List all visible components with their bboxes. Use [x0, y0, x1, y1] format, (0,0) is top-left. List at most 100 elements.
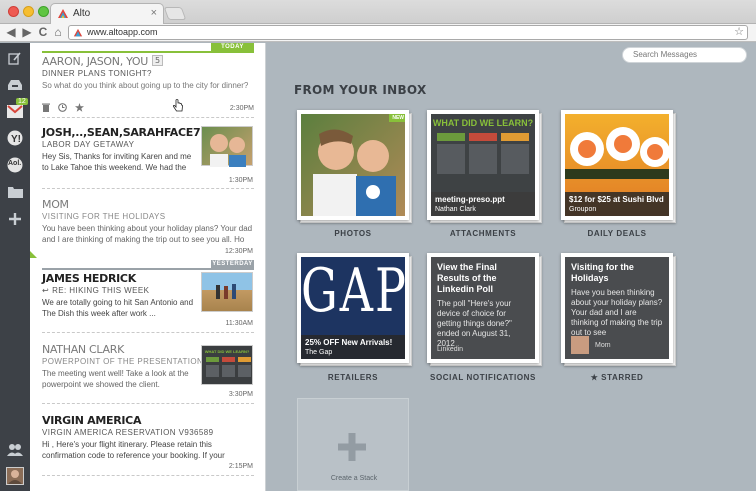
starred-sender: Mom — [595, 342, 611, 349]
message-time: 12:30PM — [224, 248, 253, 255]
message-preview: So what do you think about going up to t… — [42, 81, 249, 90]
social-source: Linkedin — [437, 346, 464, 353]
stack-retailers[interactable]: GAP 25% OFF New Arrivals! The Gap — [297, 253, 412, 366]
message-time: 2:30PM — [229, 105, 254, 112]
message-item[interactable]: NATHAN CLARK POWERPOINT OF THE PRESENTAT… — [42, 343, 204, 390]
aol-icon[interactable]: Aol. — [6, 156, 24, 174]
retailer-offer: 25% OFF New Arrivals! — [305, 338, 393, 347]
stack-label: DAILY DEALS — [587, 229, 647, 238]
message-sender: JAMES HEDRICK — [42, 272, 136, 285]
alto-favicon-icon — [58, 9, 68, 18]
message-item[interactable]: AARON, JASON, YOU 5 DINNER PLANS TONIGHT?… — [42, 55, 254, 112]
close-window-button[interactable] — [8, 6, 19, 17]
message-preview: You have been thinking about your holida… — [42, 224, 253, 244]
svg-text:Y!: Y! — [11, 134, 21, 145]
reload-icon[interactable]: C — [36, 25, 50, 39]
zoom-window-button[interactable] — [38, 6, 49, 17]
reply-icon: ↩ — [42, 286, 50, 295]
search-placeholder: Search Messages — [633, 50, 698, 59]
minimize-window-button[interactable] — [23, 6, 34, 17]
stacks-panel: Search Messages FROM YOUR INBOX NEW PHOT… — [266, 43, 756, 491]
stack-daily-deals[interactable]: $12 for $25 at Sushi Blvd Groupon — [561, 110, 676, 223]
message-subject: LABOR DAY GETAWAY — [42, 140, 135, 149]
message-photo-thumbnail[interactable] — [201, 272, 253, 312]
retailer-source: The Gap — [305, 349, 333, 356]
social-title: View the Final Results of the Linkedin P… — [437, 262, 497, 294]
back-icon[interactable]: ◀ — [4, 25, 18, 39]
photo-kids-image — [313, 129, 396, 216]
browser-tab[interactable]: Alto × — [50, 3, 164, 25]
url-text: www.altoapp.com — [87, 27, 158, 37]
message-item[interactable]: JAMES HEDRICK ↩ RE: HIKING THIS WEEK We a… — [42, 272, 197, 319]
deal-title: $12 for $25 at Sushi Blvd — [569, 195, 664, 204]
create-stack-label: Create a Stack — [330, 475, 378, 482]
message-actions — [42, 103, 84, 112]
new-tab-button[interactable] — [163, 7, 187, 20]
deal-source: Groupon — [569, 206, 597, 213]
message-preview: Hey Sis, Thanks for inviting Karen and m… — [42, 152, 192, 172]
inbox-icon[interactable] — [6, 76, 24, 94]
stack-label: PHOTOS — [334, 229, 372, 238]
message-time: 11:30AM — [225, 320, 254, 327]
yahoo-icon[interactable]: Y! — [6, 129, 24, 147]
message-subject: VIRGIN AMERICA RESERVATION V936589 — [42, 428, 214, 437]
sender-avatar — [571, 336, 589, 354]
message-item[interactable]: VIRGIN AMERICA VIRGIN AMERICA RESERVATIO… — [42, 414, 254, 461]
user-avatar[interactable] — [6, 467, 24, 485]
slide-columns-image — [437, 133, 529, 174]
aol-label: Aol. — [8, 160, 22, 167]
stack-label: ATTACHMENTS — [449, 229, 517, 238]
section-title: FROM YOUR INBOX — [294, 83, 427, 97]
thread-count: 5 — [152, 55, 163, 66]
message-subject: POWERPOINT OF THE PRESENTATION — [42, 357, 204, 366]
browser-tabstrip: Alto × — [0, 0, 756, 25]
clock-icon[interactable] — [58, 103, 67, 112]
message-list: TODAY AARON, JASON, YOU 5 DINNER PLANS TO… — [30, 43, 266, 491]
home-icon[interactable]: ⌂ — [51, 25, 65, 39]
message-photo-thumbnail[interactable] — [201, 126, 253, 167]
message-sender: NATHAN CLARK — [42, 343, 124, 356]
slide-title: WHAT DID WE LEARN? — [432, 118, 534, 128]
gap-logo: GAP — [301, 257, 405, 326]
trash-icon[interactable] — [42, 103, 50, 112]
social-body: The poll "Here's your device of choice f… — [437, 299, 512, 348]
plus-icon — [338, 431, 366, 470]
tab-title: Alto — [73, 8, 91, 19]
tab-close-icon[interactable]: × — [151, 7, 157, 19]
today-divider — [42, 51, 254, 53]
address-bar[interactable]: www.altoapp.com ☆ — [68, 25, 748, 40]
folder-icon[interactable] — [6, 183, 24, 201]
hand-cursor-icon — [172, 99, 183, 112]
stack-photos[interactable]: NEW — [297, 110, 412, 223]
attachment-filename: meeting-preso.ppt — [435, 195, 505, 204]
message-slide-thumbnail[interactable]: WHAT DID WE LEARN? — [201, 345, 253, 385]
message-time: 2:15PM — [228, 463, 253, 470]
message-sender: JOSH,..,SEAN,SARAHFACE75 — [42, 126, 208, 139]
attachment-sender: Nathan Clark — [435, 206, 476, 213]
message-preview: The meeting went well! Take a look at th… — [42, 369, 189, 389]
message-subject: VISITING FOR THE HOLIDAYS — [42, 212, 166, 221]
stack-starred[interactable]: Visiting for the Holidays Have you been … — [561, 253, 676, 366]
site-favicon-icon — [73, 28, 83, 37]
add-account-icon[interactable] — [6, 210, 24, 228]
stack-attachments[interactable]: WHAT DID WE LEARN? meeting-preso.ppt Nat… — [427, 110, 542, 223]
today-label: TODAY — [211, 43, 254, 51]
stack-social-notifications[interactable]: View the Final Results of the Linkedin P… — [427, 253, 542, 366]
search-input[interactable]: Search Messages — [622, 47, 747, 63]
message-preview: We are totally going to hit San Antonio … — [42, 298, 194, 318]
stack-label: ★ STARRED — [590, 373, 644, 382]
message-item[interactable]: JOSH,..,SEAN,SARAHFACE753 LABOR DAY GETA… — [42, 126, 223, 173]
forward-icon[interactable]: ▶ — [20, 25, 34, 39]
star-icon[interactable] — [75, 103, 84, 112]
message-subject: DINNER PLANS TONIGHT? — [42, 69, 152, 78]
contacts-icon[interactable] — [6, 441, 24, 459]
message-item[interactable]: MOM VISITING FOR THE HOLIDAYS You have b… — [42, 198, 254, 245]
create-stack-button[interactable]: Create a Stack — [297, 398, 409, 491]
compose-icon[interactable] — [6, 49, 24, 67]
yesterday-label: YESTERDAY — [211, 260, 254, 268]
message-subject: ↩ RE: HIKING THIS WEEK — [42, 286, 197, 295]
message-subject-text: RE: HIKING THIS WEEK — [52, 286, 150, 295]
yesterday-divider — [42, 268, 254, 270]
stack-label: RETAILERS — [327, 373, 379, 382]
bookmark-star-icon[interactable]: ☆ — [734, 25, 744, 38]
